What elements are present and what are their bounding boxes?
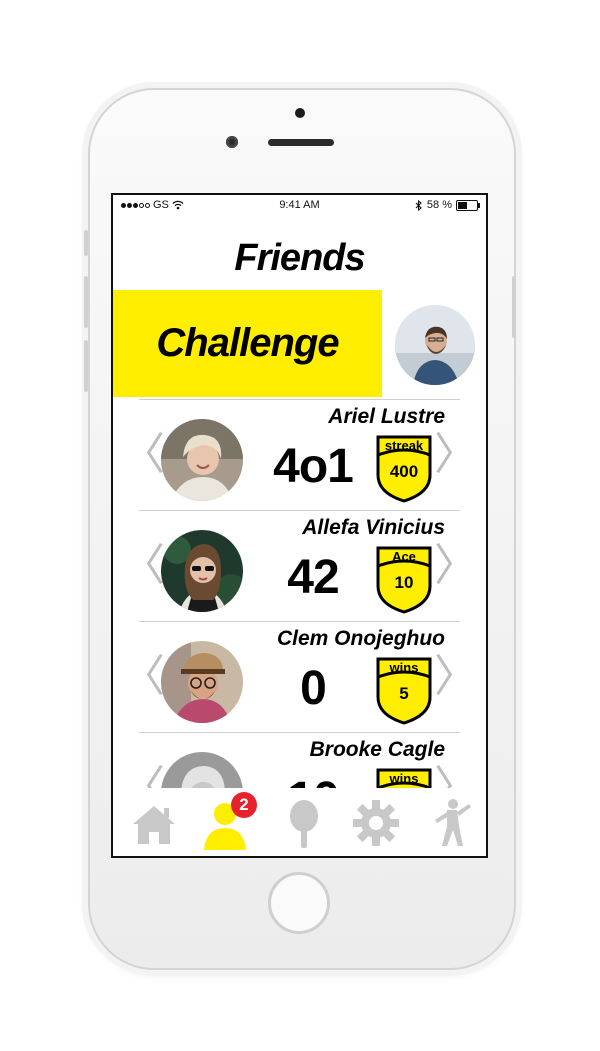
status-bar: GS 9:41 AM 58 % — [113, 195, 486, 217]
badge-label: wins — [389, 660, 419, 675]
my-avatar[interactable] — [395, 305, 475, 385]
chevron-right-icon[interactable]: 〉 — [434, 655, 478, 699]
row-divider — [139, 510, 460, 511]
friend-photo — [161, 530, 243, 612]
friend-photo — [161, 419, 243, 501]
page-title: Friends — [234, 237, 365, 279]
earpiece-speaker — [268, 139, 334, 146]
badge-label: Ace — [392, 549, 416, 564]
paddle-icon[interactable] — [277, 796, 331, 850]
friend-row[interactable]: 〈 Allefa Vinicius 42 Ace 10 〉 — [113, 510, 486, 621]
home-button[interactable] — [268, 872, 330, 934]
friend-photo — [161, 641, 243, 723]
friend-score: 0 — [300, 662, 327, 715]
row-divider — [139, 732, 460, 733]
battery-icon — [456, 199, 480, 211]
home-icon[interactable] — [127, 796, 181, 850]
shield-badge: wins 5 — [375, 657, 433, 725]
mute-switch — [84, 230, 88, 256]
friend-avatar — [161, 419, 243, 501]
tab-bar — [113, 788, 486, 856]
friend-score: 4o1 — [273, 440, 354, 493]
my-avatar-photo — [395, 305, 475, 385]
friend-avatar — [161, 530, 243, 612]
row-divider — [139, 399, 460, 400]
badge-label: wins — [389, 771, 419, 786]
challenge-button[interactable]: Challenge — [113, 290, 382, 397]
badge-value: 10 — [394, 573, 414, 592]
friend-score: 42 — [287, 551, 339, 604]
chevron-right-icon[interactable]: 〉 — [434, 433, 478, 477]
friend-name: Allefa Vinicius — [302, 516, 445, 539]
friend-row[interactable]: 〈 Ariel Lustre 4o1 streak 400 〉 — [113, 399, 486, 510]
badge-value: 5 — [399, 684, 409, 703]
player-icon[interactable] — [423, 796, 477, 850]
badge-value: 400 — [389, 462, 419, 481]
friend-row[interactable]: 〈 Clem Onojeghuo 0 wins 5 〉 — [113, 621, 486, 732]
front-camera — [226, 136, 238, 148]
chevron-left-icon[interactable]: 〈 — [121, 544, 165, 588]
shield-badge: Ace 10 — [375, 546, 433, 614]
chevron-left-icon[interactable]: 〈 — [121, 433, 165, 477]
proximity-sensor — [295, 108, 305, 118]
row-divider — [139, 621, 460, 622]
battery-percent: 58 % — [426, 199, 452, 211]
screen: GS 9:41 AM 58 % Friends Challenge 〈 Arie… — [111, 193, 488, 858]
bluetooth-icon — [415, 199, 422, 211]
shield-badge: streak 400 — [375, 435, 433, 503]
friend-avatar — [161, 641, 243, 723]
friend-name: Ariel Lustre — [328, 405, 445, 428]
status-right: 58 % — [415, 199, 480, 211]
power-button — [512, 276, 516, 338]
volume-up-button — [84, 276, 88, 328]
volume-down-button — [84, 340, 88, 392]
battery-fill — [458, 201, 467, 209]
chevron-right-icon[interactable]: 〉 — [434, 544, 478, 588]
friends-notification-badge: 2 — [231, 792, 257, 818]
friend-name: Brooke Cagle — [309, 738, 445, 761]
badge-label: streak — [384, 438, 424, 453]
friend-name: Clem Onojeghuo — [277, 627, 445, 650]
settings-icon[interactable] — [349, 796, 403, 850]
chevron-left-icon[interactable]: 〈 — [121, 655, 165, 699]
